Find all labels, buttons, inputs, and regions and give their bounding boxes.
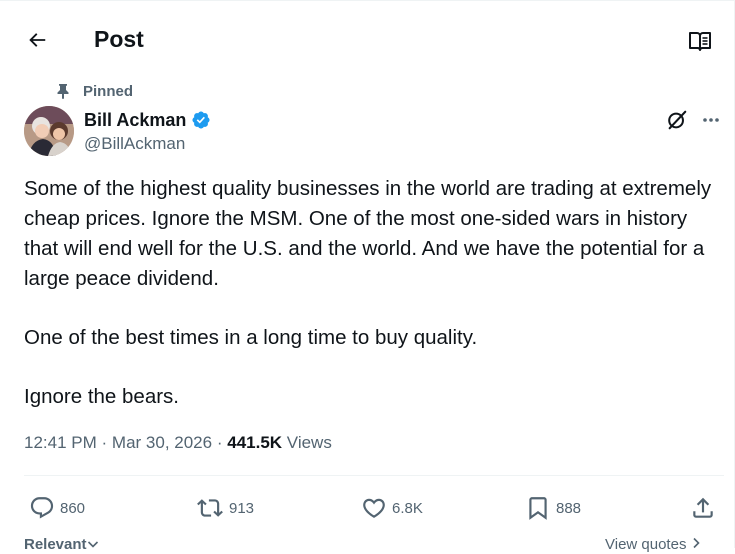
- post-time-link[interactable]: 12:41 PM · Mar 30, 2026: [24, 433, 212, 452]
- bookmark-icon: [529, 497, 547, 520]
- repost-button[interactable]: 913: [195, 494, 254, 522]
- book-open-icon: [689, 32, 711, 51]
- more-options-button[interactable]: [698, 107, 724, 133]
- grok-icon: [668, 110, 687, 130]
- pinned-indicator: Pinned: [56, 81, 133, 101]
- repost-count: 913: [229, 499, 255, 517]
- like-count: 6.8K: [392, 499, 423, 517]
- verified-badge-icon: [191, 110, 211, 130]
- views-count: 441.5K: [227, 433, 283, 452]
- reader-mode-button[interactable]: [684, 25, 716, 57]
- page-title: Post: [94, 26, 144, 52]
- avatar-image: [24, 106, 74, 156]
- avatar[interactable]: [24, 106, 74, 156]
- reply-sort-dropdown[interactable]: Relevant: [24, 536, 99, 554]
- post-time: 12:41 PM: [24, 433, 97, 452]
- post-header: Post: [0, 1, 735, 77]
- bookmark-count: 888: [556, 499, 582, 517]
- reply-sort-label: Relevant: [24, 536, 87, 553]
- more-horizontal-icon: [703, 118, 719, 122]
- heart-icon: [363, 498, 385, 518]
- post-paragraph: One of the best times in a long time to …: [24, 326, 478, 349]
- post-paragraph: Some of the highest quality businesses i…: [24, 177, 712, 290]
- share-icon: [693, 497, 713, 518]
- reply-count: 860: [60, 499, 86, 517]
- chevron-right-icon: [693, 537, 700, 549]
- grok-button[interactable]: [664, 107, 690, 133]
- post-metadata: 12:41 PM · Mar 30, 2026 · 441.5K Views: [24, 432, 332, 454]
- post-text: Some of the highest quality businesses i…: [24, 174, 724, 412]
- post-date: Mar 30, 2026: [111, 433, 213, 452]
- reply-button[interactable]: 860: [28, 494, 85, 522]
- author-handle[interactable]: @BillAckman: [84, 134, 185, 154]
- pinned-label: Pinned: [83, 82, 134, 100]
- view-quotes-link[interactable]: View quotes: [605, 536, 701, 554]
- author-name-link[interactable]: Bill Ackman: [84, 109, 211, 131]
- meta-separator: ·: [216, 433, 223, 452]
- post-paragraph: Ignore the bears.: [24, 385, 179, 408]
- views-label: Views: [286, 433, 332, 452]
- post-page: Post Pinned Bill Ackman @BillAckman Some…: [0, 0, 735, 553]
- author-name: Bill Ackman: [84, 110, 187, 130]
- repost-icon: [197, 499, 223, 517]
- arrow-left-icon: [29, 33, 46, 47]
- view-quotes-label: View quotes: [605, 536, 687, 553]
- meta-separator: ·: [101, 433, 108, 452]
- like-button[interactable]: 6.8K: [360, 494, 423, 522]
- divider: [24, 475, 724, 476]
- bookmark-button[interactable]: 888: [524, 494, 581, 522]
- pin-icon: [57, 84, 69, 99]
- reply-icon: [30, 497, 54, 519]
- back-button[interactable]: [20, 23, 54, 57]
- share-button[interactable]: [690, 494, 720, 522]
